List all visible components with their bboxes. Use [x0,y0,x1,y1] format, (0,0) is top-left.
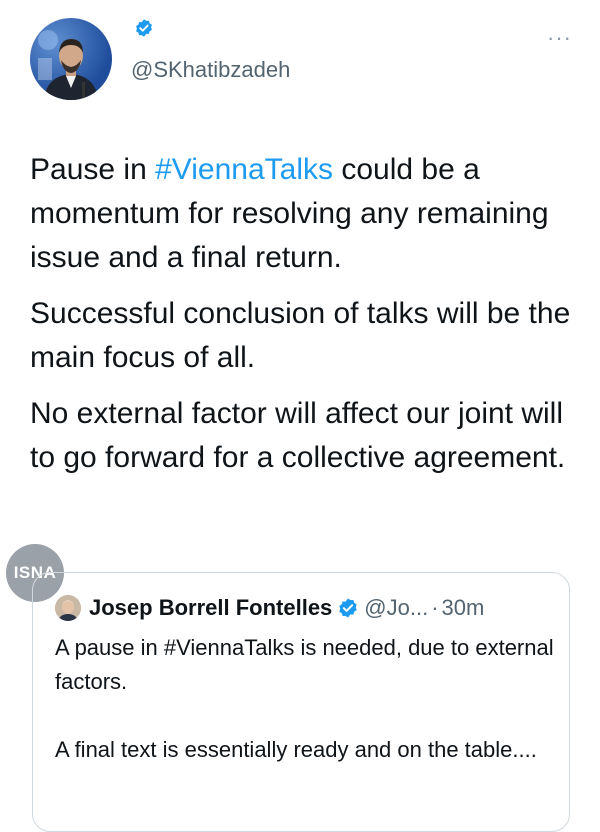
quoted-timestamp[interactable]: 30m [442,595,485,621]
more-options-icon[interactable]: ··· [547,27,572,49]
verified-icon [339,598,358,618]
separator-dot: · [431,595,439,620]
quoted-paragraph: A final text is essentially ready and on… [55,737,537,762]
quoted-tweet-header: Josep Borrell Fontelles @Jo... · 30m [55,595,484,621]
avatar[interactable] [30,18,112,100]
tweet-paragraph: Pause in #ViennaTalks could be a momentu… [30,148,575,280]
quoted-tweet[interactable]: Josep Borrell Fontelles @Jo... · 30m A p… [32,572,570,832]
quoted-paragraph: A pause in #ViennaTalks is needed, due t… [55,635,554,694]
quoted-author-handle[interactable]: @Jo... [364,595,428,621]
tweet-text: Pause in #ViennaTalks could be a momentu… [30,148,575,492]
quoted-tweet-text: A pause in #ViennaTalks is needed, due t… [55,631,560,801]
verified-icon [136,19,152,37]
author-handle[interactable]: @SKhatibzadeh [131,57,290,83]
quoted-avatar[interactable] [55,595,81,621]
tweet-paragraph: Successful conclusion of talks will be t… [30,297,571,374]
tweet-paragraph: No external factor will affect our joint… [30,397,566,474]
text-segment: Pause in [30,153,156,186]
hashtag-link[interactable]: #ViennaTalks [155,153,333,186]
quoted-author-name[interactable]: Josep Borrell Fontelles [89,595,332,621]
